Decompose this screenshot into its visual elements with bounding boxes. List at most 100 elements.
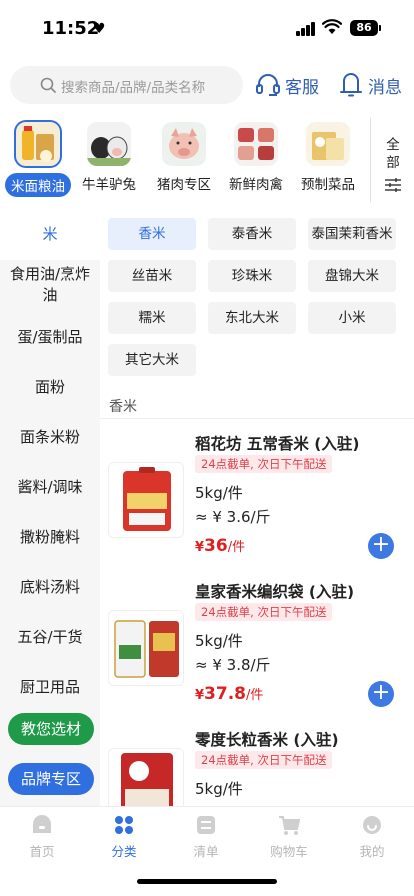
- headset-icon: [256, 74, 280, 96]
- sidebar-item-cooking-oil[interactable]: 食用油/烹炸油: [0, 260, 100, 312]
- sidebar: 米 食用油/烹炸油 蛋/蛋制品 面粉 面条米粉 酱料/调味 撒粉腌料 底料汤料 …: [0, 208, 100, 806]
- search-icon: [40, 77, 56, 93]
- product-unit: 5kg/件: [195, 780, 243, 798]
- home-icon: [33, 815, 51, 833]
- search-placeholder: 搜索商品/品牌/品类名称: [61, 80, 206, 96]
- all-categories-button[interactable]: 全部: [370, 118, 414, 202]
- tab-label: 分类: [111, 844, 137, 859]
- product-unit-price: ≈ ¥ 3.6/斤: [195, 508, 271, 526]
- profile-icon: [363, 816, 381, 834]
- delivery-badge: 24点截单, 次日下午配送: [195, 751, 333, 769]
- price-unit: /件: [227, 540, 246, 555]
- grid-categories-icon: [115, 816, 133, 834]
- guide-selection-button[interactable]: 教您选材: [8, 713, 94, 745]
- sidebar-item-sauces[interactable]: 酱料/调味: [0, 462, 100, 512]
- cattle-image: [87, 122, 131, 166]
- category-label: 牛羊驴兔: [82, 177, 136, 193]
- chip-fragrant-rice[interactable]: 香米: [108, 218, 196, 250]
- tab-label: 清单: [193, 844, 219, 859]
- messages-label: 消息: [368, 77, 402, 98]
- section-divider: [100, 418, 414, 419]
- tab-cart[interactable]: 购物车: [259, 815, 319, 860]
- product-image: [108, 462, 184, 538]
- category-rice-flour-oil[interactable]: 米面粮油: [0, 118, 76, 202]
- category-pork[interactable]: 猪肉专区: [146, 118, 222, 202]
- product-card[interactable]: 零度长粒香米 (入驻) 24点截单, 次日下午配送 5kg/件: [100, 716, 414, 806]
- sidebar-item-grains[interactable]: 五谷/干货: [0, 612, 100, 662]
- product-unit: 5kg/件: [195, 484, 243, 502]
- status-time: 11:52: [42, 18, 100, 39]
- sidebar-item-eggs[interactable]: 蛋/蛋制品: [0, 312, 100, 362]
- battery-tip: [379, 25, 381, 31]
- all-categories-label: 全部: [386, 137, 400, 171]
- product-card[interactable]: 稻花坊 五常香米 (入驻) 24点截单, 次日下午配送 5kg/件 ≈ ¥ 3.…: [100, 420, 414, 570]
- heart-icon: ♥: [93, 21, 106, 37]
- product-price: ¥36/件: [195, 536, 245, 556]
- chip-thai-fragrant-rice[interactable]: 泰香米: [208, 218, 296, 250]
- search-input[interactable]: 搜索商品/品牌/品类名称: [10, 66, 243, 104]
- price-value: 37.8: [204, 684, 246, 704]
- tab-me[interactable]: 我的: [342, 815, 402, 860]
- sidebar-item-noodles[interactable]: 面条米粉: [0, 412, 100, 462]
- message-bell-icon: [340, 73, 362, 97]
- filter-sliders-icon: [384, 178, 401, 192]
- delivery-badge: 24点截单, 次日下午配送: [195, 603, 333, 621]
- battery-level: 86: [350, 20, 378, 36]
- chip-thai-jasmine-rice[interactable]: 泰国茉莉香米: [308, 218, 396, 250]
- product-title: 稻花坊 五常香米 (入驻): [195, 435, 360, 453]
- delivery-badge: 24点截单, 次日下午配送: [195, 455, 333, 473]
- tab-home[interactable]: 首页: [12, 815, 72, 860]
- category-label: 预制菜品: [301, 177, 355, 193]
- tab-list[interactable]: 清单: [176, 815, 236, 860]
- category-prepared-dishes[interactable]: 预制菜品: [290, 118, 366, 202]
- fresh-meat-image: [234, 122, 278, 166]
- product-title: 零度长粒香米 (入驻): [195, 731, 339, 749]
- product-title: 皇家香米编织袋 (入驻): [195, 583, 355, 601]
- price-symbol: ¥: [195, 540, 205, 555]
- chip-glutinous-rice[interactable]: 糯米: [108, 302, 196, 334]
- price-symbol: ¥: [195, 688, 205, 703]
- chip-panjin-rice[interactable]: 盘锦大米: [308, 260, 396, 292]
- pig-image: [162, 122, 206, 166]
- chip-northeast-rice[interactable]: 东北大米: [208, 302, 296, 334]
- tab-label: 购物车: [270, 844, 308, 859]
- brand-zone-button[interactable]: 品牌专区: [8, 763, 94, 795]
- product-card[interactable]: 皇家香米编织袋 (入驻) 24点截单, 次日下午配送 5kg/件 ≈ ¥ 3.8…: [100, 568, 414, 718]
- chip-millet[interactable]: 小米: [308, 302, 396, 334]
- category-fresh-meat[interactable]: 新鲜肉禽: [218, 118, 294, 202]
- product-unit-price: ≈ ¥ 3.8/斤: [195, 656, 271, 674]
- category-beef-lamb[interactable]: 牛羊驴兔: [71, 118, 147, 202]
- chip-pearl-rice[interactable]: 珍珠米: [208, 260, 296, 292]
- product-unit: 5kg/件: [195, 632, 243, 650]
- category-label: 米面粮油: [5, 173, 71, 197]
- sidebar-item-soup-base[interactable]: 底料汤料: [0, 562, 100, 612]
- section-title: 香米: [109, 399, 137, 415]
- customer-service-label: 客服: [285, 77, 319, 98]
- chip-other-rice[interactable]: 其它大米: [108, 344, 196, 376]
- prepared-dish-image: [306, 122, 350, 166]
- category-label: 新鲜肉禽: [229, 177, 283, 193]
- sidebar-item-rice[interactable]: 米: [0, 208, 100, 260]
- tab-label: 首页: [29, 844, 55, 859]
- messages-button[interactable]: 消息: [338, 70, 402, 100]
- price-value: 36: [204, 536, 228, 556]
- price-unit: /件: [246, 688, 264, 703]
- sidebar-item-flour[interactable]: 面粉: [0, 362, 100, 412]
- home-indicator: [137, 879, 277, 884]
- list-icon: [197, 816, 215, 834]
- cellular-signal-icon: [296, 22, 318, 36]
- chip-simiao-rice[interactable]: 丝苗米: [108, 260, 196, 292]
- cart-icon: [279, 816, 300, 835]
- category-label: 猪肉专区: [157, 177, 211, 193]
- tab-categories[interactable]: 分类: [94, 815, 154, 860]
- product-price: ¥37.8/件: [195, 684, 263, 704]
- add-to-cart-button[interactable]: +: [368, 681, 394, 707]
- category-carousel: 米面粮油 牛羊驴兔 猪肉专区 新鲜肉禽 预制菜品: [0, 118, 414, 202]
- status-bar: 11:52 ♥ 86: [0, 0, 414, 56]
- add-to-cart-button[interactable]: +: [368, 533, 394, 559]
- customer-service-button[interactable]: 客服: [255, 70, 319, 100]
- rice-oil-product-image: [14, 120, 62, 168]
- tab-label: 我的: [359, 844, 385, 859]
- sidebar-item-kitchen-supplies[interactable]: 厨卫用品: [0, 662, 100, 712]
- sidebar-item-seasoning-powder[interactable]: 撒粉腌料: [0, 512, 100, 562]
